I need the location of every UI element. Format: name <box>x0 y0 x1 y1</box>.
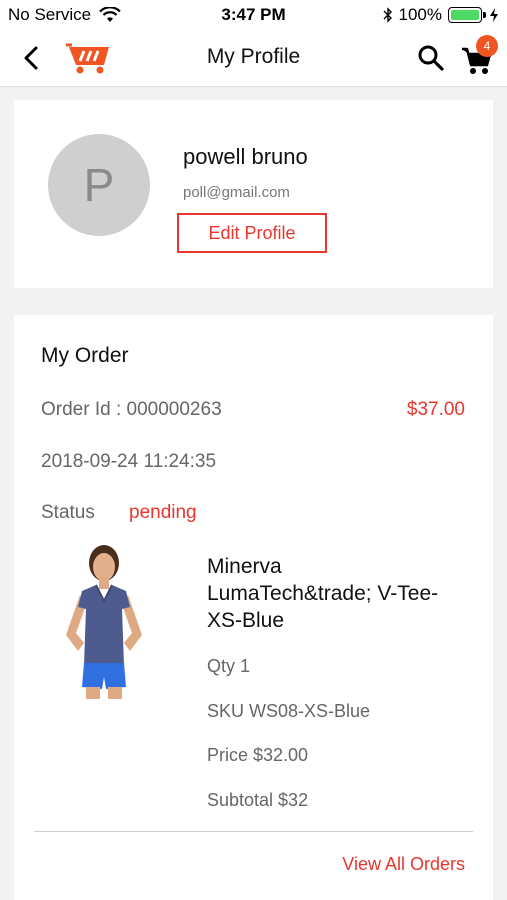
edit-profile-button[interactable]: Edit Profile <box>177 213 327 253</box>
search-icon[interactable] <box>416 43 446 73</box>
status-bar: No Service 3:47 PM 100% <box>0 0 507 30</box>
cart-button[interactable]: 4 <box>460 35 498 76</box>
product-sku: SKU WS08-XS-Blue <box>207 701 371 721</box>
avatar: P <box>48 134 150 236</box>
order-section-title: My Order <box>41 344 129 367</box>
order-date: 2018-09-24 11:24:35 <box>41 451 217 472</box>
product-name[interactable]: Minerva LumaTech&trade; V-Tee-XS-Blue <box>207 553 447 634</box>
divider <box>34 831 473 832</box>
product-subtotal: Subtotal $32 <box>207 790 309 810</box>
charging-icon <box>490 8 498 22</box>
view-all-orders-link[interactable]: View All Orders <box>342 854 465 875</box>
bluetooth-icon <box>383 7 392 23</box>
order-total: $37.00 <box>406 399 465 420</box>
order-status-label: Status <box>41 502 95 523</box>
order-status-value: pending <box>129 502 197 523</box>
product-price: Price $32.00 <box>207 745 309 765</box>
profile-card: P powell bruno poll@gmail.com Edit Profi… <box>14 100 493 288</box>
profile-name: powell bruno <box>183 144 308 169</box>
order-card: My Order Order Id : 000000263 $37.00 201… <box>14 315 493 900</box>
product-image[interactable] <box>58 543 150 699</box>
product-qty: Qty 1 <box>207 656 251 676</box>
nav-bar: My Profile 4 <box>0 30 507 87</box>
battery-percent: 100% <box>398 5 442 24</box>
profile-email: poll@gmail.com <box>183 184 290 201</box>
order-id: Order Id : 000000263 <box>41 399 222 420</box>
cart-count-badge: 4 <box>476 35 498 57</box>
battery-icon <box>448 7 486 23</box>
status-right: 100% <box>383 5 499 25</box>
